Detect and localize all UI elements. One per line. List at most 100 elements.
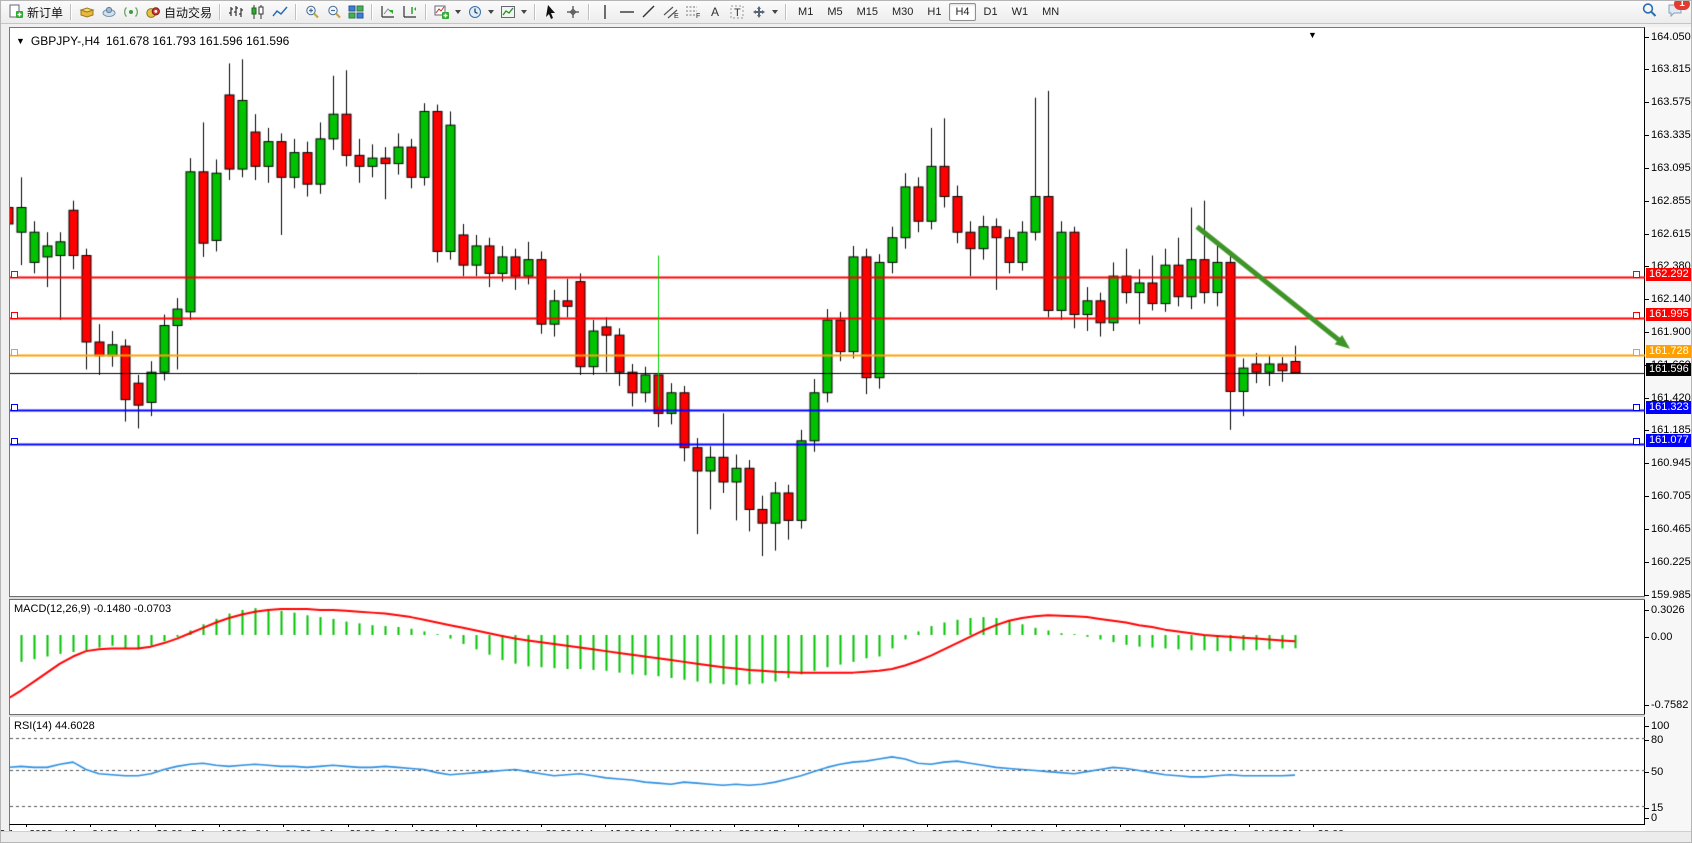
toolbar-separator xyxy=(295,4,297,20)
linechart-button[interactable] xyxy=(269,2,291,22)
hline-price-tag[interactable]: 161.596 xyxy=(1646,363,1692,376)
price-pane[interactable]: ▼ GBPJPY-,H4 161.678 161.793 161.596 161… xyxy=(9,27,1645,598)
shift-button[interactable] xyxy=(399,2,421,22)
timeframe-d1[interactable]: D1 xyxy=(978,3,1004,21)
vline-button[interactable] xyxy=(594,2,616,22)
candles-button[interactable] xyxy=(247,2,269,22)
date-tick xyxy=(1184,824,1185,827)
autotrade-icon xyxy=(145,4,161,20)
timeframe-h4[interactable]: H4 xyxy=(949,3,975,21)
cursor-button[interactable] xyxy=(540,2,562,22)
date-tick xyxy=(670,824,671,827)
zoom-out-button[interactable] xyxy=(323,2,345,22)
chat-button[interactable]: 1 xyxy=(1667,2,1683,23)
hline-handle[interactable] xyxy=(1633,349,1640,356)
svg-text:T: T xyxy=(734,7,741,19)
hline-price-tag[interactable]: 162.292 xyxy=(1646,268,1692,281)
hline-handle[interactable] xyxy=(1633,312,1640,319)
trendline-button[interactable] xyxy=(638,2,660,22)
period-button[interactable] xyxy=(464,2,497,22)
hline-handle[interactable] xyxy=(1633,404,1640,411)
arrows-button[interactable] xyxy=(748,2,781,22)
hline-handle[interactable] xyxy=(11,271,18,278)
cloud-button[interactable] xyxy=(98,2,120,22)
toolbar-group-orders: 新订单 xyxy=(5,1,66,23)
timeframe-m15[interactable]: M15 xyxy=(851,3,884,21)
macd-scale-label: -0.7582 xyxy=(1651,699,1688,711)
hline-price-tag[interactable]: 161.995 xyxy=(1646,308,1692,321)
price-label: 163.815 xyxy=(1651,63,1691,75)
axis-tick xyxy=(1645,430,1649,431)
text-button[interactable]: A xyxy=(704,2,726,22)
hline-handle[interactable] xyxy=(11,349,18,356)
horizontal-scrollbar[interactable] xyxy=(1,831,1692,842)
cursor-icon xyxy=(543,4,559,20)
chevron-down-icon[interactable] xyxy=(521,10,527,14)
hline-price-tag[interactable]: 161.077 xyxy=(1646,434,1692,447)
signal-button[interactable] xyxy=(120,2,142,22)
timeframe-w1[interactable]: W1 xyxy=(1006,3,1035,21)
macd-pane[interactable]: MACD(12,26,9) -0.1480 -0.0703 xyxy=(9,600,1645,716)
tiles-button[interactable] xyxy=(345,2,367,22)
fibo-button[interactable]: F xyxy=(682,2,704,22)
timeframe-mn[interactable]: MN xyxy=(1036,3,1065,21)
vline-icon xyxy=(597,4,613,20)
add-indicator-icon xyxy=(434,4,450,20)
timeframe-m30[interactable]: M30 xyxy=(886,3,919,21)
hline-handle[interactable] xyxy=(11,312,18,319)
textlabel-icon: T xyxy=(729,4,745,20)
price-canvas[interactable] xyxy=(10,28,1645,597)
macd-canvas[interactable] xyxy=(10,600,1645,714)
toolbar-group-services: 自动交易 xyxy=(76,1,215,23)
axis-tick xyxy=(1645,496,1649,497)
textlabel-button[interactable]: T xyxy=(726,2,748,22)
hline-handle[interactable] xyxy=(1633,438,1640,445)
hline-handle[interactable] xyxy=(11,404,18,411)
axis-tick xyxy=(1645,610,1649,611)
timeframe-group: M1M5M15M30H1H4D1W1MN xyxy=(791,1,1066,23)
bars-button[interactable] xyxy=(225,2,247,22)
collapse-icon[interactable]: ▼ xyxy=(16,36,25,46)
chevron-down-icon[interactable] xyxy=(488,10,494,14)
hline-button[interactable] xyxy=(616,2,638,22)
crosshair-button[interactable] xyxy=(562,2,584,22)
toolbar-group-chart-type xyxy=(225,1,291,23)
crosshair-icon xyxy=(565,4,581,20)
chart-window: ▼ GBPJPY-,H4 161.678 161.793 161.596 161… xyxy=(9,25,1691,842)
autoscroll-button[interactable] xyxy=(377,2,399,22)
hline-handle[interactable] xyxy=(11,438,18,445)
rsi-pane[interactable]: RSI(14) 44.6028 xyxy=(9,717,1645,824)
autotrade-button[interactable]: 自动交易 xyxy=(142,2,215,22)
axis-tick xyxy=(1645,299,1649,300)
period-icon xyxy=(467,4,483,20)
hline-price-tag[interactable]: 161.728 xyxy=(1646,345,1692,358)
history-icon xyxy=(79,4,95,20)
timeframe-h1[interactable]: H1 xyxy=(921,3,947,21)
svg-text:A: A xyxy=(711,5,719,19)
search-button[interactable] xyxy=(1641,2,1657,23)
cloud-icon xyxy=(101,4,117,20)
chevron-down-icon[interactable] xyxy=(772,10,778,14)
history-button[interactable] xyxy=(76,2,98,22)
chevron-down-icon[interactable] xyxy=(455,10,461,14)
date-tick xyxy=(412,824,413,827)
add-indicator-button[interactable] xyxy=(431,2,464,22)
hline-handle[interactable] xyxy=(1633,271,1640,278)
hline-price-tag[interactable]: 161.323 xyxy=(1646,401,1692,414)
price-label: 161.900 xyxy=(1651,326,1691,338)
channel-button[interactable]: E xyxy=(660,2,682,22)
toolbar-group-add xyxy=(431,1,530,23)
timeframe-m1[interactable]: M1 xyxy=(792,3,819,21)
template-button[interactable] xyxy=(497,2,530,22)
new-order-button[interactable]: 新订单 xyxy=(5,2,66,22)
price-label: 160.945 xyxy=(1651,457,1691,469)
axis-tick xyxy=(1645,37,1649,38)
zoom-in-button[interactable] xyxy=(301,2,323,22)
date-tick xyxy=(1313,824,1314,827)
toolbar-separator xyxy=(425,4,427,20)
price-label: 160.225 xyxy=(1651,556,1691,568)
timeframe-m5[interactable]: M5 xyxy=(821,3,848,21)
date-tick xyxy=(734,824,735,827)
price-label: 162.615 xyxy=(1651,228,1691,240)
rsi-canvas[interactable] xyxy=(10,717,1645,822)
